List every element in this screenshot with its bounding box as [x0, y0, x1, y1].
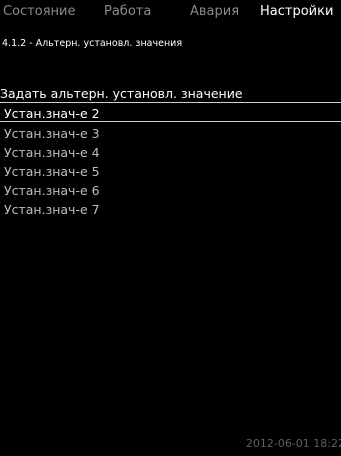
section-title: Задать альтерн. установл. значение [0, 86, 243, 101]
list-item-setpoint-7[interactable]: Устан.знач-е 7 [4, 202, 100, 218]
list-item-setpoint-5[interactable]: Устан.знач-е 5 [4, 164, 100, 180]
list-item-setpoint-6[interactable]: Устан.знач-е 6 [4, 183, 100, 199]
tab-alarm[interactable]: Авария [190, 4, 239, 20]
selection-underline [0, 121, 341, 122]
list-item-setpoint-2[interactable]: Устан.знач-е 2 [4, 106, 100, 122]
tab-bar: Состояние Работа Авария Настройки [0, 0, 341, 22]
timestamp: 2012-06-01 18:22 [245, 437, 341, 450]
divider [0, 102, 341, 103]
list-item-setpoint-4[interactable]: Устан.знач-е 4 [4, 145, 100, 161]
list-item-setpoint-3[interactable]: Устан.знач-е 3 [4, 126, 100, 142]
breadcrumb: 4.1.2 - Альтерн. установл. значения [2, 38, 183, 49]
tab-status[interactable]: Состояние [3, 4, 75, 20]
tab-operation[interactable]: Работа [104, 4, 151, 20]
tab-settings[interactable]: Настройки [260, 4, 333, 20]
